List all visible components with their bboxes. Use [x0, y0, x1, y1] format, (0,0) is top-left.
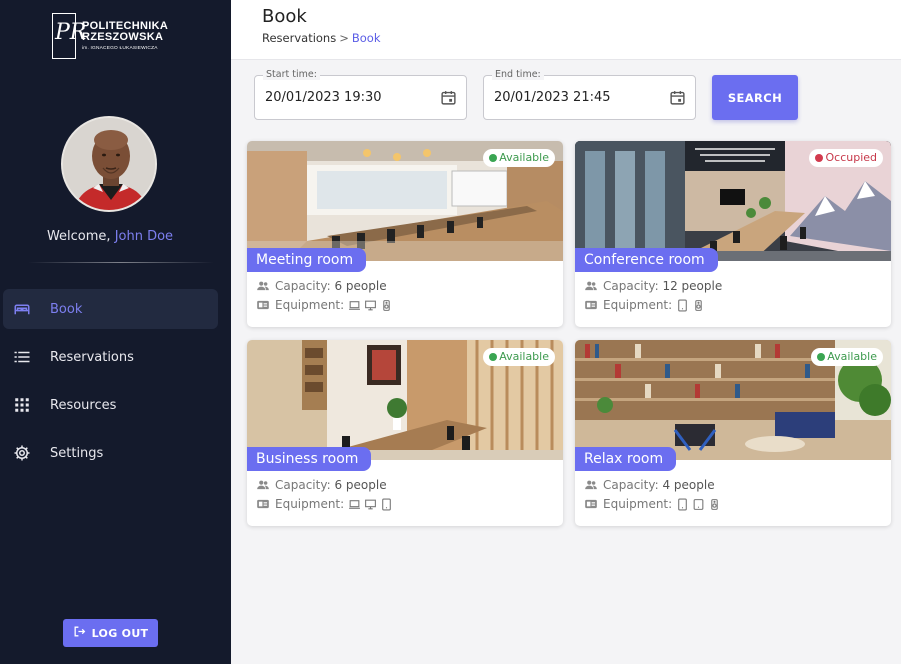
equipment-label: Equipment: [275, 497, 345, 511]
equipment-row: Equipment: [584, 298, 705, 312]
page-header: Book Reservations > Book [231, 0, 901, 60]
calendar-icon[interactable] [669, 89, 686, 106]
sidebar: PR POLITECHNIKA RZESZOWSKA im. IGNACEGO … [0, 0, 231, 664]
capacity-value: 6 people [334, 279, 387, 293]
capacity-row: Capacity: 12 people [584, 279, 722, 293]
tablet-icon [380, 498, 393, 511]
breadcrumb: Reservations > Book [262, 31, 380, 45]
tablet-icon [676, 498, 689, 511]
start-time-value[interactable]: 20/01/2023 19:30 [265, 90, 382, 105]
logout-label: LOG OUT [91, 626, 149, 640]
room-card-meeting[interactable]: Available Meeting room Capacity: 6 peopl… [247, 141, 563, 327]
welcome-message: Welcome, John Doe [0, 229, 220, 244]
page-title: Book [262, 6, 307, 27]
people-icon [256, 279, 270, 293]
tablet-icon [692, 498, 705, 511]
capacity-value: 6 people [334, 478, 387, 492]
capacity-label: Capacity: [603, 279, 659, 293]
equipment-row: Equipment: [584, 497, 721, 511]
sidebar-divider [28, 262, 214, 263]
end-time-label: End time: [492, 69, 544, 80]
room-name: Relax room [575, 447, 677, 471]
laptop-icon [348, 299, 361, 312]
room-card-relax[interactable]: Available Relax room Capacity: 4 people … [575, 340, 891, 526]
sidebar-item-reservations[interactable]: Reservations [3, 337, 218, 377]
sidebar-item-label: Resources [50, 397, 117, 413]
speaker-icon [692, 299, 705, 312]
equipment-label: Equipment: [275, 298, 345, 312]
tablet-icon [676, 299, 689, 312]
sidebar-item-label: Reservations [50, 349, 134, 365]
status-badge: Available [811, 348, 883, 366]
equipment-row: Equipment: [256, 298, 393, 312]
sidebar-item-book[interactable]: Book [3, 289, 218, 329]
speaker-icon [708, 498, 721, 511]
status-badge: Available [483, 348, 555, 366]
room-card-conference[interactable]: Occupied Conference room Capacity: 12 pe… [575, 141, 891, 327]
monitor-icon [364, 498, 377, 511]
list-icon [13, 348, 31, 366]
capacity-value: 12 people [662, 279, 723, 293]
bed-icon [13, 300, 31, 318]
end-time-field[interactable]: End time: 20/01/2023 21:45 [483, 69, 696, 120]
people-icon [584, 279, 598, 293]
room-name: Meeting room [247, 248, 367, 272]
logo-line-2: RZESZOWSKA [82, 31, 164, 44]
search-button[interactable]: SEARCH [712, 75, 798, 120]
logo-line-3: im. IGNACEGO ŁUKASIEWICZA [82, 46, 158, 52]
people-icon [256, 478, 270, 492]
equipment-label: Equipment: [603, 497, 673, 511]
breadcrumb-current: Book [351, 31, 381, 45]
capacity-row: Capacity: 4 people [584, 478, 715, 492]
equipment-icon [584, 497, 598, 511]
sidebar-item-settings[interactable]: Settings [3, 433, 218, 473]
equipment-label: Equipment: [603, 298, 673, 312]
welcome-text: Welcome, [46, 229, 111, 244]
capacity-row: Capacity: 6 people [256, 478, 387, 492]
logout-icon [73, 625, 86, 641]
start-time-label: Start time: [263, 69, 320, 80]
sidebar-item-resources[interactable]: Resources [3, 385, 218, 425]
monitor-icon [364, 299, 377, 312]
capacity-value: 4 people [662, 478, 715, 492]
start-time-field[interactable]: Start time: 20/01/2023 19:30 [254, 69, 467, 120]
capacity-label: Capacity: [275, 279, 331, 293]
user-name[interactable]: John Doe [115, 229, 173, 244]
logout-button[interactable]: LOG OUT [63, 619, 158, 647]
capacity-label: Capacity: [275, 478, 331, 492]
status-badge: Occupied [809, 149, 883, 167]
laptop-icon [348, 498, 361, 511]
equipment-icon [256, 497, 270, 511]
speaker-icon [380, 299, 393, 312]
breadcrumb-separator: > [339, 31, 349, 45]
avatar [61, 116, 157, 212]
people-icon [584, 478, 598, 492]
room-name: Business room [247, 447, 372, 471]
calendar-icon[interactable] [440, 89, 457, 106]
gear-icon [13, 444, 31, 462]
logo-mark-icon: PR [52, 13, 86, 59]
capacity-label: Capacity: [603, 478, 659, 492]
equipment-row: Equipment: [256, 497, 393, 511]
equipment-icon [584, 298, 598, 312]
sidebar-item-label: Book [50, 301, 83, 317]
end-time-value[interactable]: 20/01/2023 21:45 [494, 90, 611, 105]
room-card-business[interactable]: Available Business room Capacity: 6 peop… [247, 340, 563, 526]
university-logo: PR POLITECHNIKA RZESZOWSKA im. IGNACEGO … [52, 12, 182, 60]
status-badge: Available [483, 149, 555, 167]
sidebar-item-label: Settings [50, 445, 104, 461]
grid-icon [13, 396, 31, 414]
equipment-icon [256, 298, 270, 312]
capacity-row: Capacity: 6 people [256, 279, 387, 293]
breadcrumb-parent-link[interactable]: Reservations [262, 31, 336, 45]
room-name: Conference room [575, 248, 718, 272]
